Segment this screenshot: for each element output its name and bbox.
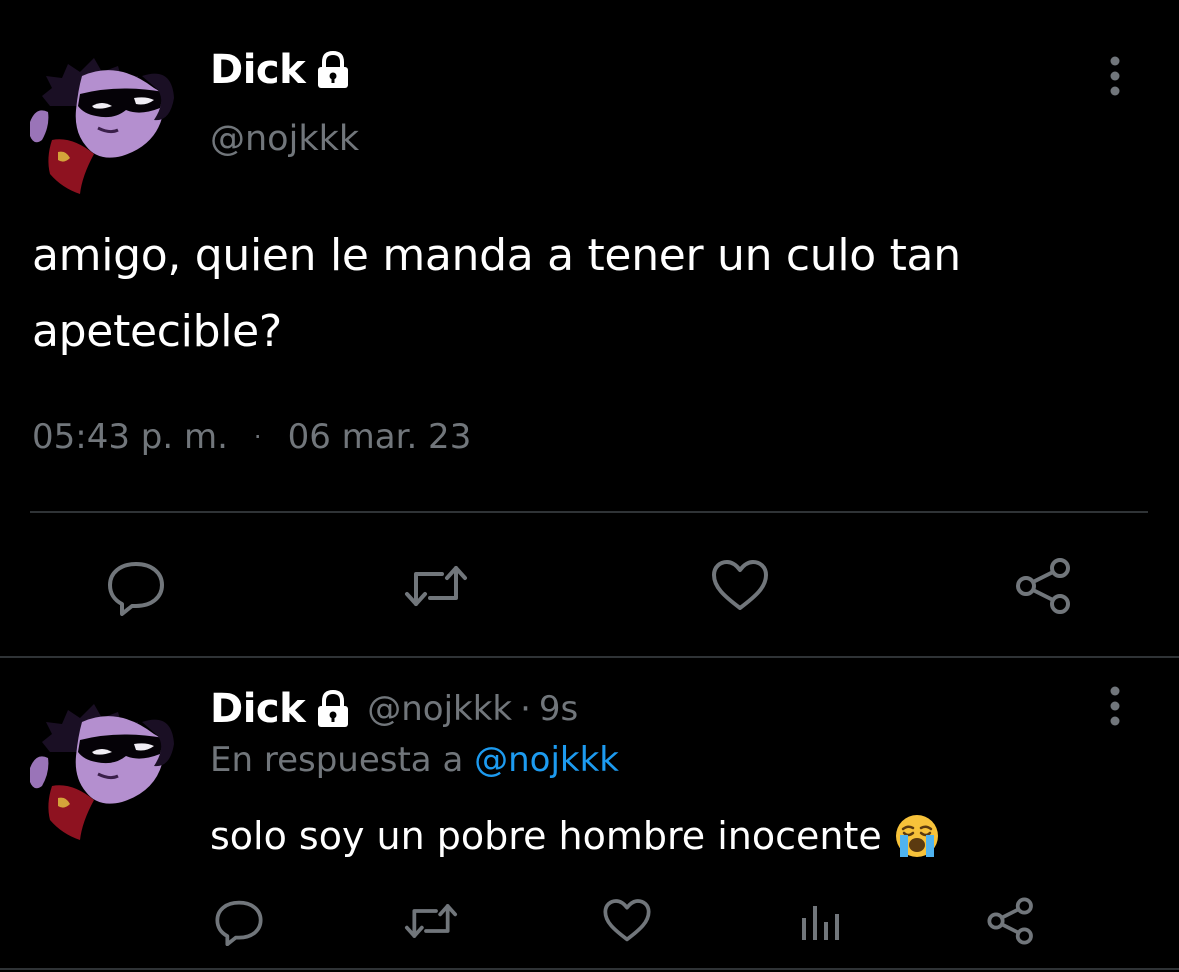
more-options-icon[interactable]	[1108, 56, 1122, 96]
more-options-icon[interactable]	[1108, 686, 1122, 726]
retweet-icon[interactable]	[404, 556, 467, 616]
reply-age[interactable]: 9s	[539, 684, 578, 734]
author-display-name[interactable]: Dick	[210, 44, 306, 96]
views-icon[interactable]	[796, 896, 846, 946]
reply-author-handle[interactable]: @nojkkk	[367, 684, 512, 734]
author-name[interactable]: Dick	[210, 44, 355, 96]
reply-text: solo soy un pobre hombre inocente	[210, 814, 882, 858]
divider	[0, 656, 1179, 658]
reply-author-row: Dick @nojkkk · 9s	[210, 684, 578, 734]
in-reply-to-mention[interactable]: @nojkkk	[474, 740, 619, 780]
tweet-date: 06 mar. 23	[287, 417, 472, 457]
main-avatar[interactable]	[22, 36, 182, 196]
like-icon[interactable]	[602, 896, 652, 946]
avatar-robin-icon	[30, 58, 174, 194]
in-reply-to: En respuesta a @nojkkk	[210, 736, 619, 784]
tweet-text: amigo, quien le manda a tener un culo ta…	[32, 230, 961, 357]
lock-icon	[311, 48, 355, 92]
author-handle[interactable]: @nojkkk	[210, 116, 359, 162]
share-icon[interactable]	[1014, 556, 1074, 616]
retweet-icon[interactable]	[404, 896, 458, 946]
reply-icon[interactable]	[214, 896, 264, 947]
in-reply-to-label: En respuesta a	[210, 740, 464, 780]
avatar-robin-icon	[30, 704, 174, 840]
loudly-crying-face-icon	[894, 813, 940, 859]
share-icon[interactable]	[986, 896, 1036, 946]
reply-author-name[interactable]: Dick	[210, 684, 306, 734]
timestamp-separator: ·	[253, 423, 262, 451]
lock-icon	[311, 687, 355, 731]
reply-icon[interactable]	[106, 556, 166, 616]
like-icon[interactable]	[710, 556, 770, 616]
reply-avatar[interactable]	[22, 682, 182, 842]
divider	[30, 511, 1148, 513]
reply-text-row: solo soy un pobre hombre inocente	[210, 810, 940, 862]
tweet-timestamp[interactable]: 05:43 p. m. · 06 mar. 23	[32, 414, 471, 460]
reply-separator: ·	[520, 689, 531, 729]
tweet-time: 05:43 p. m.	[32, 417, 228, 457]
divider	[0, 968, 1179, 970]
